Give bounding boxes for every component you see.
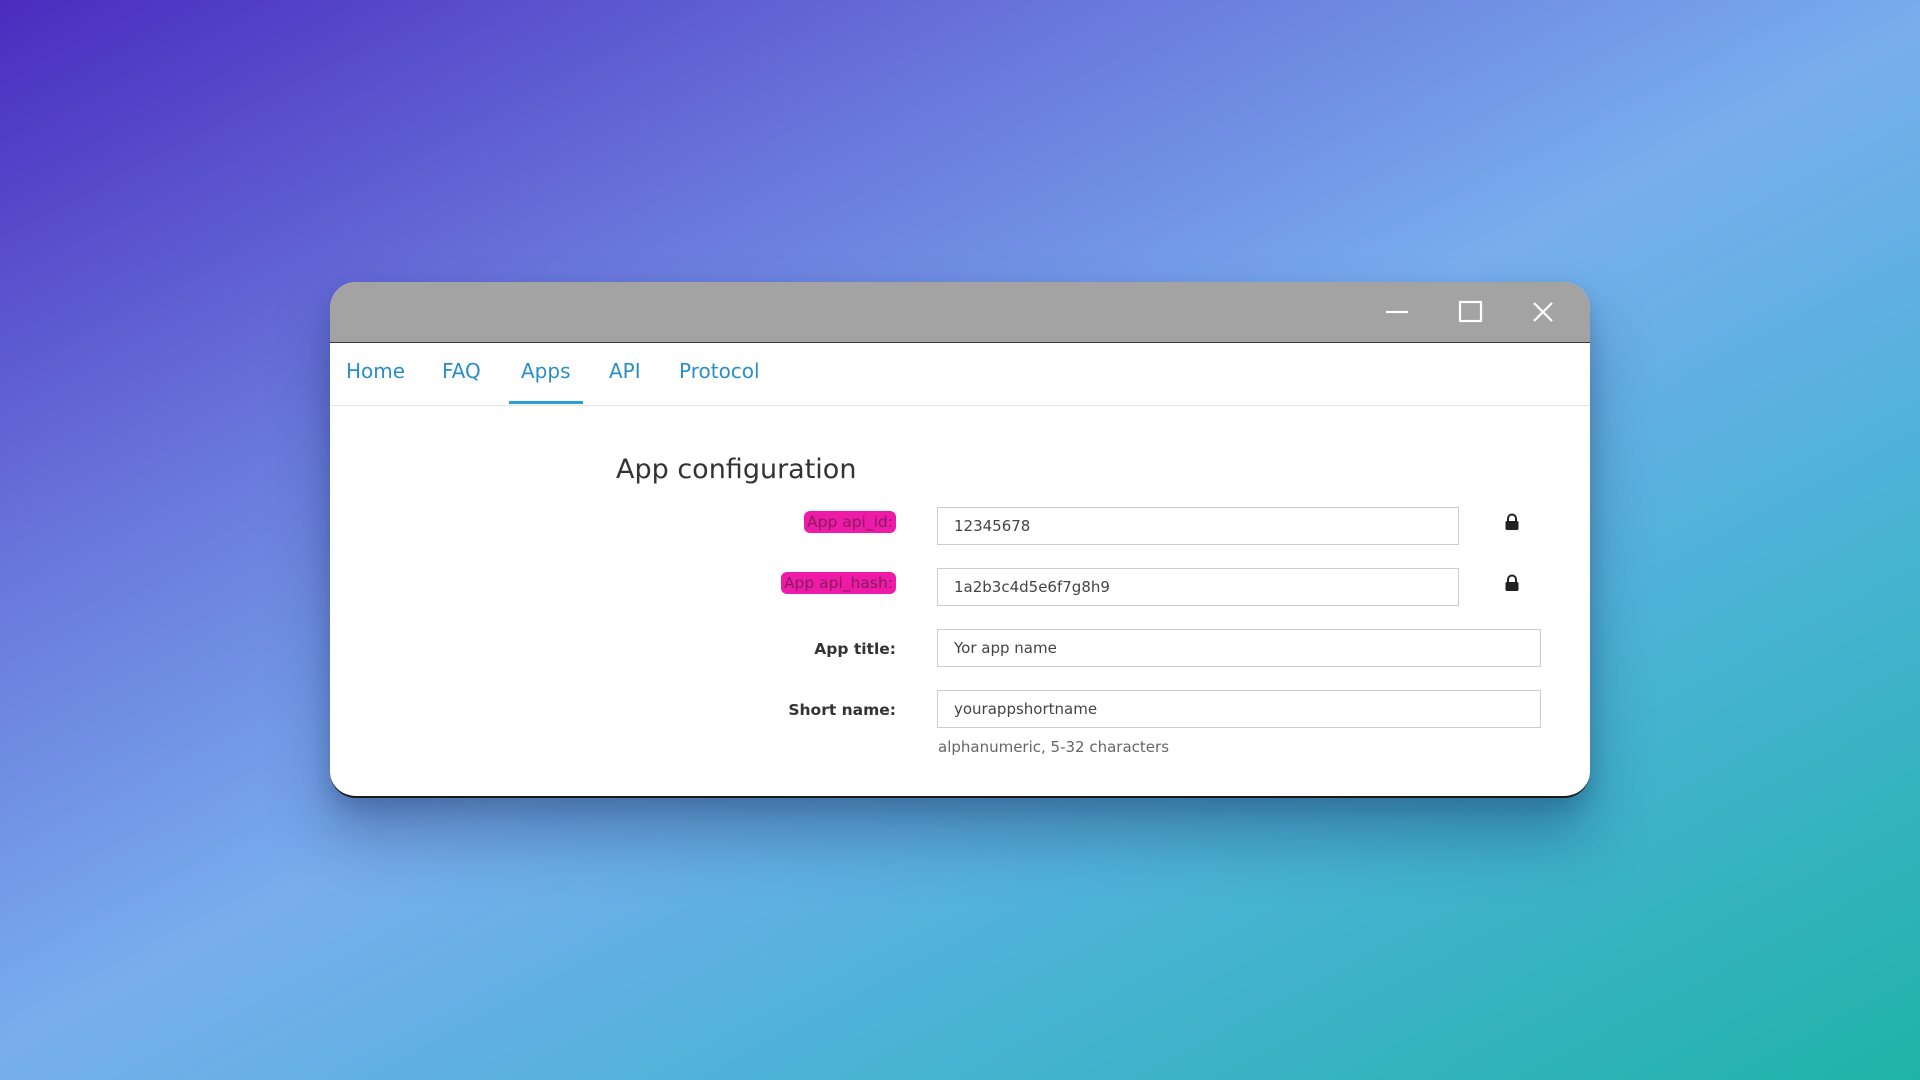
short-name-label-row: Short name: bbox=[330, 700, 896, 719]
tab-faq[interactable]: FAQ bbox=[442, 357, 481, 385]
app-title-field[interactable] bbox=[937, 629, 1541, 667]
short-name-hint: alphanumeric, 5-32 characters bbox=[938, 738, 1170, 756]
app-title-label: App title: bbox=[814, 640, 896, 658]
tab-apps[interactable]: Apps bbox=[521, 357, 571, 385]
desktop-background: Home FAQ Apps API Protocol App configura… bbox=[0, 0, 1920, 1080]
maximize-icon bbox=[1458, 300, 1483, 323]
page-title: App configuration bbox=[616, 454, 857, 485]
api-hash-label: App api_hash: bbox=[780, 572, 896, 594]
lock-icon bbox=[1505, 513, 1519, 530]
maximize-button[interactable] bbox=[1451, 292, 1491, 332]
tab-protocol[interactable]: Protocol bbox=[679, 357, 760, 385]
app-window: Home FAQ Apps API Protocol App configura… bbox=[330, 282, 1590, 798]
api-hash-field[interactable] bbox=[937, 568, 1459, 606]
api-id-label: App api_id: bbox=[804, 511, 896, 533]
nav-tabs: Home FAQ Apps API Protocol bbox=[330, 343, 1590, 406]
minimize-icon bbox=[1386, 310, 1408, 314]
close-button[interactable] bbox=[1523, 292, 1563, 332]
app-title-label-row: App title: bbox=[330, 639, 896, 658]
short-name-field[interactable] bbox=[937, 690, 1541, 728]
tab-api[interactable]: API bbox=[609, 357, 641, 385]
short-name-label: Short name: bbox=[788, 701, 896, 719]
api-hash-label-row: App api_hash: bbox=[330, 572, 896, 594]
close-icon bbox=[1533, 302, 1553, 322]
tab-home[interactable]: Home bbox=[346, 357, 405, 385]
window-titlebar[interactable] bbox=[330, 282, 1590, 343]
lock-icon bbox=[1505, 574, 1519, 591]
minimize-button[interactable] bbox=[1377, 292, 1417, 332]
active-tab-indicator bbox=[509, 401, 583, 404]
api-id-field[interactable] bbox=[937, 507, 1459, 545]
api-id-label-row: App api_id: bbox=[330, 511, 896, 533]
